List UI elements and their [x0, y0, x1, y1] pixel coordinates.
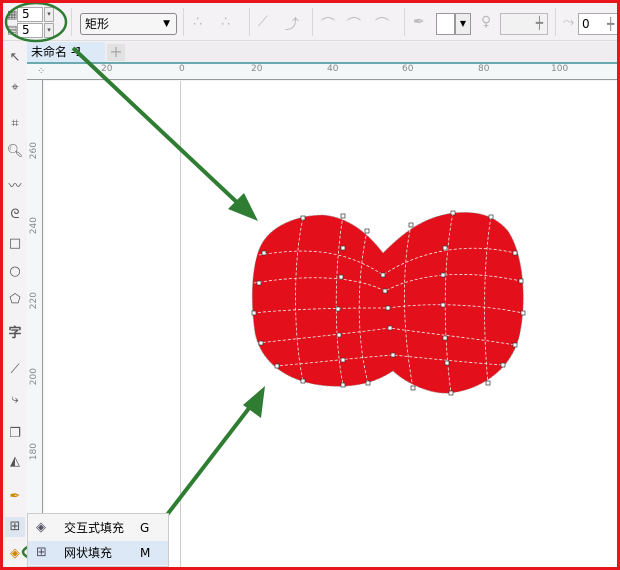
mesh-filled-shape[interactable] — [251, 212, 524, 394]
menu-item-label: 网状填充 — [64, 546, 113, 560]
menu-item-mesh-fill[interactable]: ⊞ 网状填充 M — [28, 541, 168, 565]
menu-item-label: 交互式填充 — [64, 521, 125, 535]
fill-tools-flyout: ◈ 交互式填充 G ⊞ 网状填充 M — [27, 513, 169, 567]
menu-item-shortcut: M — [140, 546, 151, 560]
menu-item-interactive-fill[interactable]: ◈ 交互式填充 G — [28, 516, 168, 540]
menu-item-shortcut: G — [140, 521, 150, 535]
highlight-ellipse-mesh-size — [4, 3, 68, 43]
mesh-fill-icon: ⊞ — [36, 545, 47, 560]
interactive-fill-icon: ◈ — [36, 520, 46, 535]
annotation-arrows — [4, 3, 265, 567]
coreldraw-window: ▦ 5 ▾ ▤ 5 ▾ 矩形 ▼ ∴ ∴ ⟋ ⤴ ⌒ ⌒ ⌒ ✒ ▼ ♀ ┿ ⤳… — [3, 3, 617, 567]
mesh-shape-layer — [4, 3, 526, 567]
